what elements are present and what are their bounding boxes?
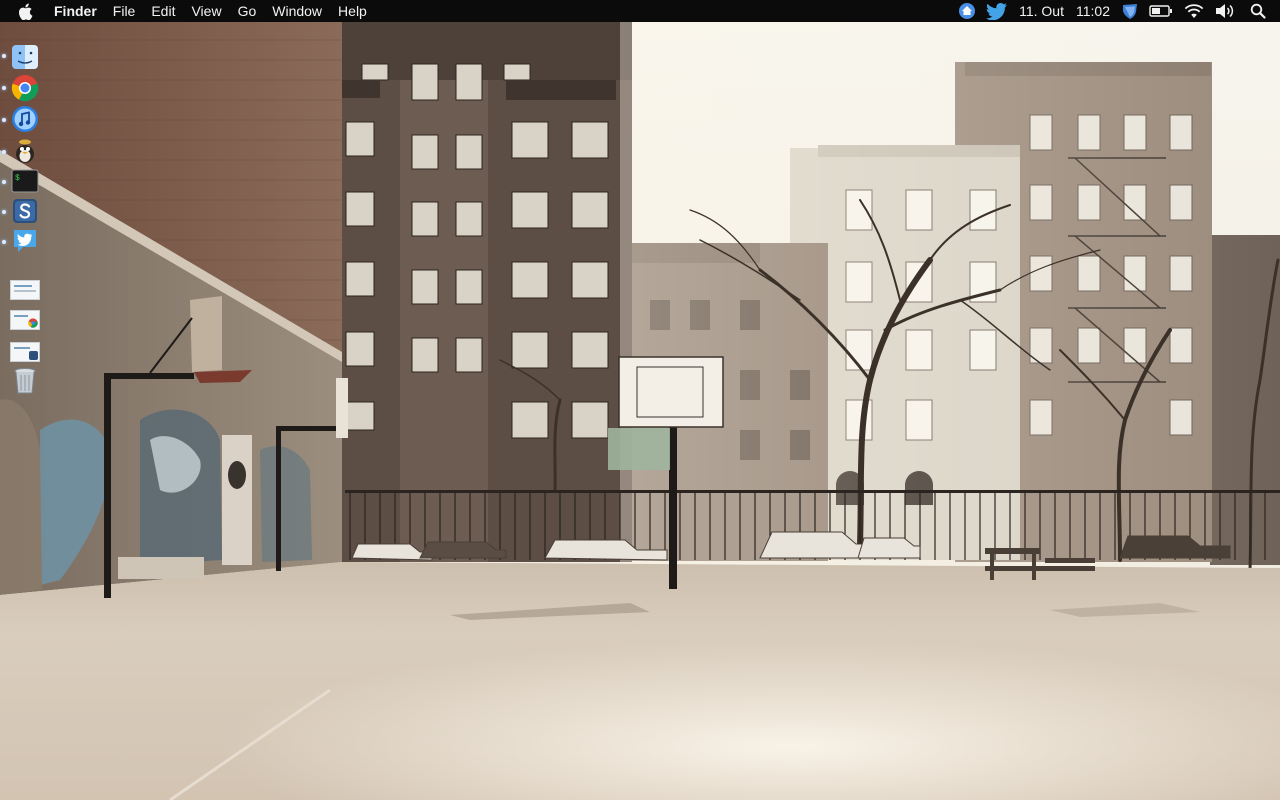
menu-help[interactable]: Help: [330, 0, 375, 22]
battery-icon[interactable]: [1149, 0, 1173, 22]
running-indicator: [2, 210, 6, 214]
trash-icon[interactable]: [10, 366, 40, 396]
menu-window[interactable]: Window: [264, 0, 330, 22]
volume-icon[interactable]: [1215, 0, 1235, 22]
minimized-window-2-chrome[interactable]: [10, 310, 40, 330]
terminal-icon[interactable]: $: [10, 166, 40, 196]
spotlight-search-icon[interactable]: [1250, 0, 1266, 22]
adium-icon[interactable]: [10, 136, 40, 166]
twitter-status-icon[interactable]: [986, 0, 1008, 22]
wifi-icon[interactable]: [1183, 0, 1205, 22]
menubar-date[interactable]: 11. Out: [1019, 0, 1064, 22]
running-indicator: [2, 54, 6, 58]
running-indicator: [2, 180, 6, 184]
minimized-window-3-simplenote[interactable]: [10, 342, 40, 362]
apple-menu-icon[interactable]: [18, 3, 38, 20]
app-menu-finder[interactable]: Finder: [52, 0, 105, 22]
running-indicator: [2, 118, 6, 122]
menubar-time[interactable]: 11:02: [1076, 0, 1110, 22]
running-indicator: [2, 240, 6, 244]
running-indicator: [2, 86, 6, 90]
twitter-icon[interactable]: [10, 226, 40, 256]
finder-icon[interactable]: [10, 42, 40, 72]
running-indicator: [2, 150, 6, 154]
chrome-icon[interactable]: [10, 73, 40, 103]
menu-edit[interactable]: Edit: [143, 0, 183, 22]
home-status-icon[interactable]: [958, 0, 976, 22]
status-area: 11. Out 11:02: [953, 0, 1280, 22]
menu-file[interactable]: File: [105, 0, 144, 22]
shield-status-icon[interactable]: [1121, 0, 1139, 22]
simplenote-icon[interactable]: [10, 196, 40, 226]
svg-text:$: $: [15, 174, 20, 183]
itunes-icon[interactable]: [10, 104, 40, 134]
desktop-wallpaper: [0, 0, 1280, 800]
menu-bar: Finder File Edit View Go Window Help 11.…: [0, 0, 1280, 22]
minimized-window-1[interactable]: [10, 280, 40, 300]
menu-go[interactable]: Go: [230, 0, 265, 22]
menu-view[interactable]: View: [183, 0, 229, 22]
